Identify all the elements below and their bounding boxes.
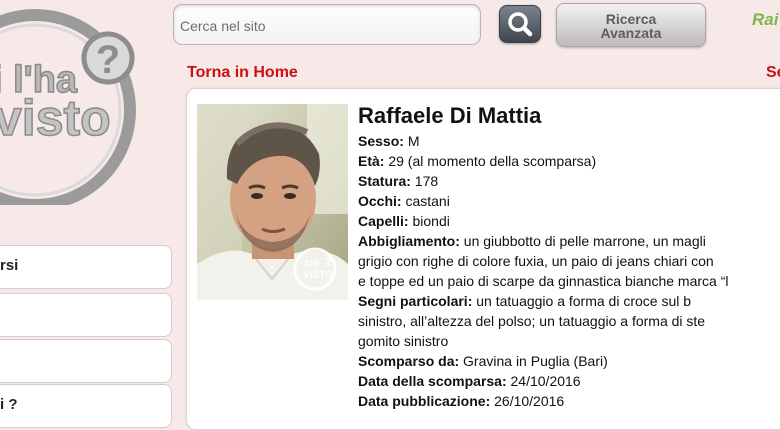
- detail-label: Data pubblicazione:: [358, 393, 491, 409]
- detail-value: un tatuaggio a forma di croce sul b: [476, 293, 692, 309]
- person-photo-image: CHI VISTO ?: [197, 104, 348, 300]
- sidebar-item-4[interactable]: i ?: [0, 384, 172, 428]
- advanced-search-button[interactable]: Ricerca Avanzata: [556, 3, 706, 47]
- svg-text:CHI: CHI: [305, 259, 319, 268]
- detail-value: 178: [414, 173, 439, 189]
- search-input[interactable]: [178, 15, 472, 37]
- svg-text:VISTO: VISTO: [303, 270, 333, 281]
- detail-value: 24/10/2016: [510, 373, 581, 389]
- detail-data-pubblicazione: Data pubblicazione: 26/10/2016: [358, 391, 780, 411]
- detail-value: 29 (al momento della scomparsa): [388, 153, 597, 169]
- detail-label: Segni particolari:: [358, 293, 473, 309]
- detail-label: Occhi:: [358, 193, 402, 209]
- svg-text:?: ?: [324, 254, 332, 269]
- search-button[interactable]: [499, 5, 541, 43]
- detail-scomparso-da: Scomparso da: Gravina in Puglia (Bari): [358, 351, 780, 371]
- person-photo[interactable]: CHI VISTO ?: [197, 104, 348, 300]
- rai-logo[interactable]: Rai: [752, 10, 778, 30]
- detail-value: M: [407, 133, 420, 149]
- detail-data-scomparsa: Data della scomparsa: 24/10/2016: [358, 371, 780, 391]
- detail-sesso: Sesso: M: [358, 131, 780, 151]
- detail-eta: Età: 29 (al momento della scomparsa): [358, 151, 780, 171]
- detail-label: Sesso:: [358, 133, 404, 149]
- detail-value: biondi: [412, 213, 450, 229]
- detail-abbigliamento: Abbigliamento: un giubbotto di pelle mar…: [358, 231, 780, 291]
- chi-lha-visto-logo[interactable]: ? i l'ha visto: [0, 0, 170, 205]
- detail-segni-particolari: Segni particolari: un tatuaggio a forma …: [358, 291, 780, 351]
- right-nav-link[interactable]: Se: [766, 64, 780, 82]
- detail-value: 26/10/2016: [494, 393, 565, 409]
- detail-statura: Statura: 178: [358, 171, 780, 191]
- detail-value: Gravina in Puglia (Bari): [463, 353, 608, 369]
- sidebar-item-label: rsi: [0, 257, 19, 274]
- home-link[interactable]: Torna in Home: [187, 64, 298, 82]
- advanced-search-label-line1: Ricerca: [605, 11, 657, 27]
- detail-label: Età:: [358, 153, 385, 169]
- detail-capelli: Capelli: biondi: [358, 211, 780, 231]
- search-icon: [508, 12, 533, 37]
- person-name: Raffaele Di Mattia: [358, 103, 542, 128]
- svg-text:?: ?: [96, 38, 120, 82]
- sidebar-item-3[interactable]: [0, 339, 172, 383]
- sidebar-item-label: i ?: [0, 396, 18, 413]
- detail-label: Abbigliamento:: [358, 233, 460, 249]
- detail-value: grigio con righe di colore fuxia, un pai…: [358, 253, 714, 269]
- advanced-search-label-line2: Avanzata: [600, 25, 662, 41]
- detail-label: Scomparso da:: [358, 353, 460, 369]
- detail-label: Statura:: [358, 173, 411, 189]
- person-details: Sesso: M Età: 29 (al momento della scomp…: [358, 131, 780, 411]
- detail-label: Capelli:: [358, 213, 409, 229]
- search-box: [173, 4, 481, 45]
- sidebar-item-2[interactable]: [0, 293, 172, 337]
- detail-label: Data della scomparsa:: [358, 373, 507, 389]
- sidebar-item-1[interactable]: rsi: [0, 245, 172, 289]
- detail-value: e toppe ed un paio di scarpe da ginnasti…: [358, 273, 729, 289]
- detail-value: gomito sinistro: [358, 333, 449, 349]
- svg-text:visto: visto: [0, 90, 111, 146]
- detail-value: sinistro, all’altezza del polso; un tatu…: [358, 313, 706, 329]
- detail-occhi: Occhi: castani: [358, 191, 780, 211]
- detail-value: castani: [405, 193, 450, 209]
- detail-value: un giubbotto di pelle marrone, un magli: [463, 233, 706, 249]
- logo-graphic: ? i l'ha visto: [0, 9, 136, 205]
